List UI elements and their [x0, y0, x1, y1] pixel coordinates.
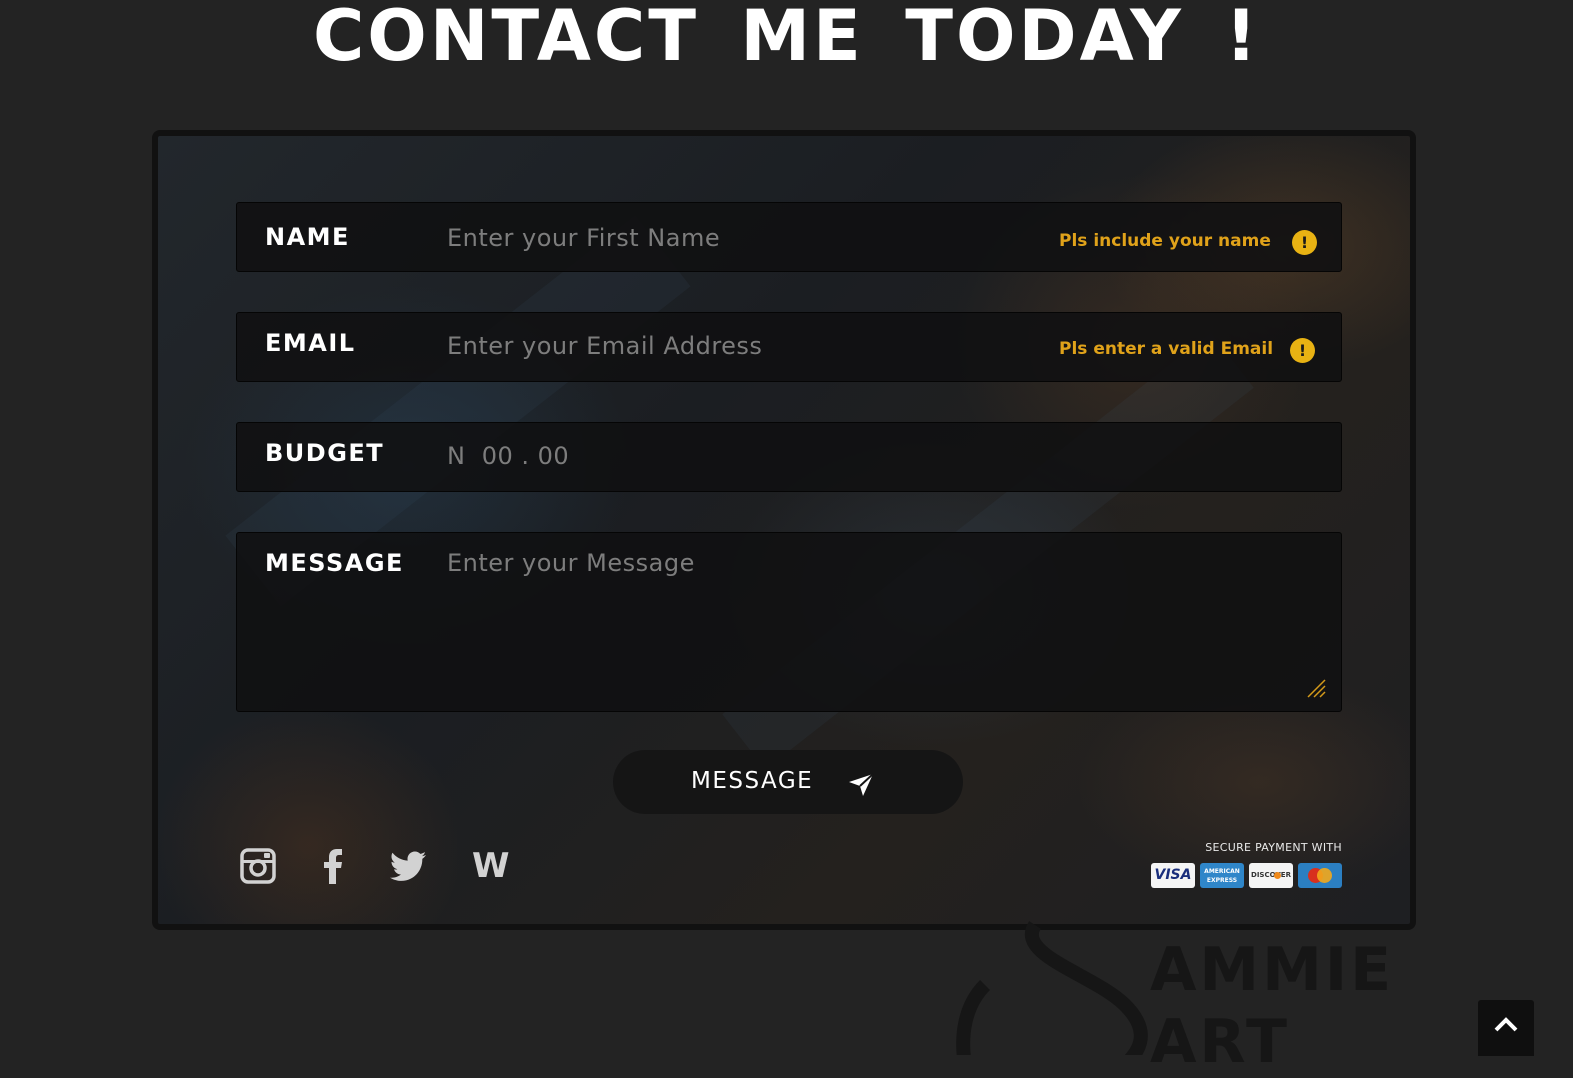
discover-card-text: DISCOVER [1251, 871, 1291, 879]
twitter-icon [390, 851, 426, 881]
instagram-link[interactable] [240, 848, 276, 888]
facebook-link[interactable] [320, 848, 346, 888]
name-error-message: Pls include your name [1059, 231, 1271, 251]
twitter-link[interactable] [390, 848, 428, 888]
email-field: EMAIL Pls enter a valid Email ! [236, 312, 1342, 382]
discover-dot [1274, 872, 1281, 879]
email-error-message: Pls enter a valid Email [1059, 339, 1274, 359]
logo-line-2: ART [1150, 1007, 1290, 1077]
message-field: MESSAGE [236, 532, 1342, 712]
paper-plane-icon [849, 773, 874, 796]
w-icon: W [472, 846, 510, 886]
exclamation-circle-icon: ! [1292, 230, 1317, 255]
scroll-to-top-button[interactable] [1478, 1000, 1534, 1056]
email-label: EMAIL [265, 329, 356, 357]
secure-payment-label: SECURE PAYMENT WITH [1205, 841, 1342, 854]
payment-cards: VISA AMERICAN EXPRESS DISCOVER [1151, 863, 1342, 888]
budget-input[interactable] [447, 441, 747, 471]
send-message-button[interactable]: MESSAGE [613, 750, 963, 814]
email-input[interactable] [447, 331, 1007, 361]
logo-text: AMMIE ART [1150, 934, 1394, 1078]
chevron-up-icon [1494, 1017, 1518, 1032]
amex-card-icon: AMERICAN EXPRESS [1200, 863, 1244, 888]
exclamation-circle-icon: ! [1290, 338, 1315, 363]
visa-card-icon: VISA [1151, 863, 1195, 888]
mastercard-card-icon [1298, 863, 1342, 888]
instagram-icon [240, 848, 276, 884]
resize-handle-icon[interactable] [1305, 677, 1327, 699]
contact-form-card: NAME Pls include your name ! EMAIL Pls e… [152, 130, 1416, 930]
discover-card-icon: DISCOVER [1249, 863, 1293, 888]
name-label: NAME [265, 223, 350, 251]
send-message-label: MESSAGE [691, 768, 814, 794]
name-input[interactable] [447, 223, 1007, 253]
message-textarea[interactable] [447, 549, 1307, 689]
logo-line-1: AMMIE [1150, 935, 1395, 1005]
mastercard-yellow-circle [1317, 868, 1332, 883]
w-link[interactable]: W [472, 846, 510, 886]
message-label: MESSAGE [265, 549, 404, 577]
budget-field: BUDGET [236, 422, 1342, 492]
budget-label: BUDGET [265, 439, 385, 467]
facebook-icon [324, 849, 342, 884]
name-field: NAME Pls include your name ! [236, 202, 1342, 272]
page-title: CONTACT ME TODAY ! [312, 0, 1261, 77]
